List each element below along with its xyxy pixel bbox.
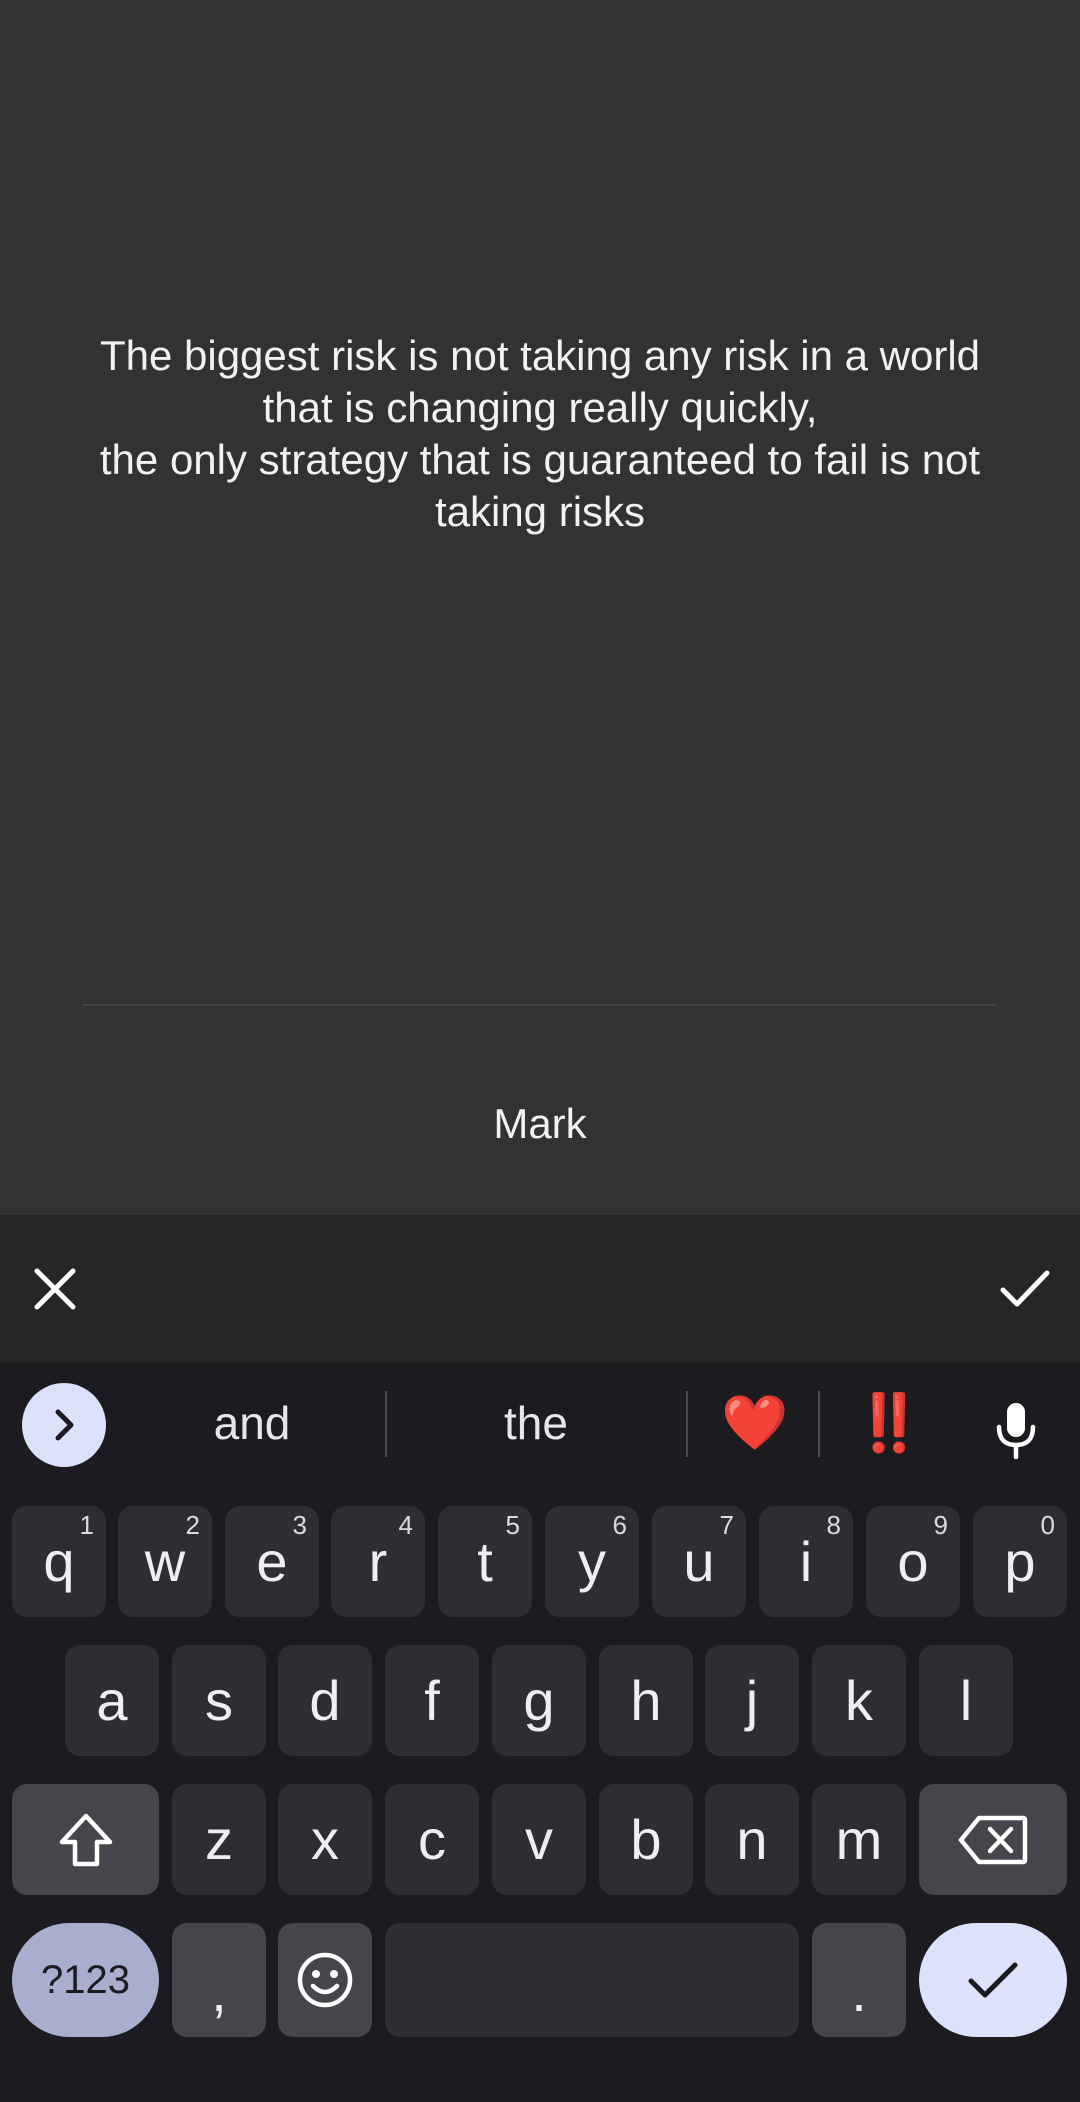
key-d[interactable]: d bbox=[278, 1645, 372, 1756]
key-u[interactable]: u7 bbox=[652, 1506, 746, 1617]
comma-key[interactable]: , bbox=[172, 1923, 266, 2037]
suggestion-separator bbox=[686, 1391, 688, 1457]
enter-key[interactable] bbox=[919, 1923, 1067, 2037]
emoji-icon bbox=[297, 1952, 353, 2008]
divider bbox=[82, 1004, 997, 1006]
key-h[interactable]: h bbox=[599, 1645, 693, 1756]
key-hint: 5 bbox=[505, 1510, 520, 1540]
key-hint: 3 bbox=[292, 1510, 307, 1540]
quote-text-field[interactable]: The biggest risk is not taking any risk … bbox=[40, 330, 1040, 538]
key-label: r bbox=[368, 1530, 388, 1593]
key-f[interactable]: f bbox=[385, 1645, 479, 1756]
check-icon bbox=[1000, 1270, 1050, 1307]
action-bar bbox=[0, 1215, 1080, 1363]
key-label: o bbox=[897, 1530, 929, 1593]
key-label: q bbox=[43, 1530, 75, 1593]
key-n[interactable]: n bbox=[705, 1784, 799, 1895]
check-icon bbox=[968, 1962, 1018, 1998]
suggestion-strip: and the ❤️ ‼️ bbox=[0, 1363, 1080, 1481]
shift-key[interactable] bbox=[12, 1784, 159, 1895]
symbols-key[interactable]: ?123 bbox=[12, 1923, 159, 2037]
cancel-button[interactable] bbox=[15, 1249, 95, 1329]
backspace-key[interactable] bbox=[919, 1784, 1067, 1895]
key-m[interactable]: m bbox=[812, 1784, 906, 1895]
key-c[interactable]: c bbox=[385, 1784, 479, 1895]
key-x[interactable]: x bbox=[278, 1784, 372, 1895]
key-label: e bbox=[256, 1530, 288, 1593]
close-icon bbox=[34, 1268, 76, 1310]
author-field[interactable]: Mark bbox=[0, 1094, 1080, 1154]
key-t[interactable]: t5 bbox=[438, 1506, 532, 1617]
key-k[interactable]: k bbox=[812, 1645, 906, 1756]
key-q[interactable]: q1 bbox=[12, 1506, 106, 1617]
suggestion-2[interactable]: the bbox=[390, 1391, 682, 1455]
microphone-icon bbox=[996, 1403, 1036, 1460]
key-s[interactable]: s bbox=[172, 1645, 266, 1756]
key-hint: 9 bbox=[933, 1510, 948, 1540]
key-hint: 7 bbox=[719, 1510, 734, 1540]
chevron-right-icon bbox=[55, 1409, 74, 1441]
key-j[interactable]: j bbox=[705, 1645, 799, 1756]
spacebar[interactable] bbox=[385, 1923, 799, 2037]
suggestion-emoji-exclamation[interactable]: ‼️ bbox=[826, 1391, 952, 1455]
key-o[interactable]: o9 bbox=[866, 1506, 960, 1617]
key-v[interactable]: v bbox=[492, 1784, 586, 1895]
key-z[interactable]: z bbox=[172, 1784, 266, 1895]
voice-input-button[interactable] bbox=[978, 1393, 1054, 1469]
key-e[interactable]: e3 bbox=[225, 1506, 319, 1617]
key-p[interactable]: p0 bbox=[973, 1506, 1067, 1617]
backspace-icon bbox=[958, 1815, 1028, 1864]
key-label: i bbox=[799, 1530, 813, 1593]
confirm-button[interactable] bbox=[985, 1249, 1065, 1329]
key-label: p bbox=[1004, 1530, 1036, 1593]
shift-icon bbox=[59, 1813, 112, 1866]
suggestion-separator bbox=[818, 1391, 820, 1457]
key-hint: 4 bbox=[398, 1510, 413, 1540]
key-hint: 1 bbox=[79, 1510, 94, 1540]
suggestion-emoji-heart[interactable]: ❤️ bbox=[704, 1391, 806, 1455]
suggestion-1[interactable]: and bbox=[136, 1391, 368, 1455]
quote-editor: The biggest risk is not taking any risk … bbox=[0, 0, 1080, 1215]
soft-keyboard: and the ❤️ ‼️ q1 w2 e3 r4 t5 y6 u7 i8 o9… bbox=[0, 1363, 1080, 2102]
key-hint: 8 bbox=[826, 1510, 841, 1540]
suggestion-separator bbox=[385, 1391, 387, 1457]
key-label: t bbox=[477, 1530, 493, 1593]
key-label: u bbox=[683, 1530, 715, 1593]
emoji-key[interactable] bbox=[278, 1923, 372, 2037]
key-label: w bbox=[144, 1530, 186, 1593]
key-g[interactable]: g bbox=[492, 1645, 586, 1756]
key-a[interactable]: a bbox=[65, 1645, 159, 1756]
key-y[interactable]: y6 bbox=[545, 1506, 639, 1617]
key-label: y bbox=[578, 1530, 606, 1593]
key-hint: 2 bbox=[185, 1510, 200, 1540]
period-key[interactable]: . bbox=[812, 1923, 906, 2037]
key-w[interactable]: w2 bbox=[118, 1506, 212, 1617]
key-r[interactable]: r4 bbox=[331, 1506, 425, 1617]
key-hint: 6 bbox=[612, 1510, 627, 1540]
key-hint: 0 bbox=[1040, 1510, 1055, 1540]
expand-toolbar-button[interactable] bbox=[22, 1383, 106, 1467]
key-b[interactable]: b bbox=[599, 1784, 693, 1895]
key-i[interactable]: i8 bbox=[759, 1506, 853, 1617]
key-l[interactable]: l bbox=[919, 1645, 1013, 1756]
